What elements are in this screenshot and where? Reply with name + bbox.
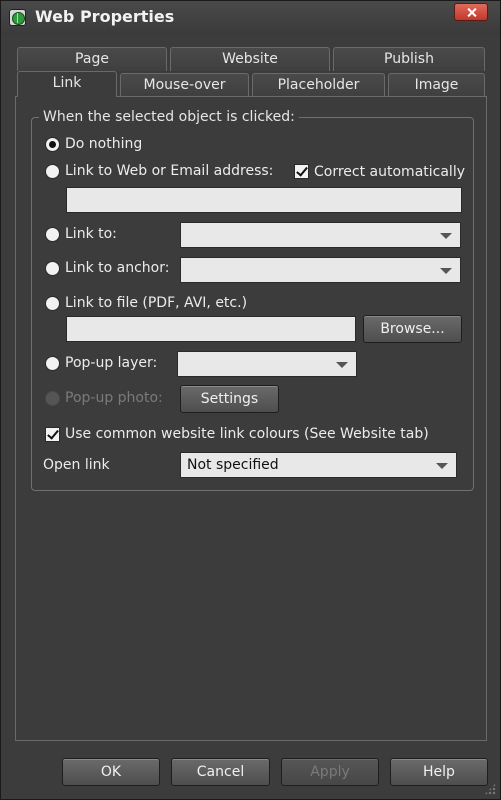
link-file-radio[interactable] — [45, 296, 60, 311]
popup-photo-radio[interactable] — [45, 391, 60, 406]
cancel-button[interactable]: Cancel — [171, 758, 270, 786]
help-button[interactable]: Help — [390, 758, 488, 786]
file-path-input[interactable] — [66, 316, 356, 342]
link-anchor-radio[interactable] — [45, 261, 60, 276]
settings-button[interactable]: Settings — [180, 385, 279, 413]
open-link-label: Open link — [43, 457, 110, 473]
use-common-colours-label: Use common website link colours (See Web… — [65, 426, 429, 442]
do-nothing-label: Do nothing — [65, 136, 143, 152]
popup-layer-select[interactable] — [177, 351, 357, 377]
tab-page[interactable]: Page — [17, 47, 167, 71]
group-legend: When the selected object is clicked: — [39, 109, 299, 125]
app-globe-icon — [9, 9, 26, 26]
popup-layer-label: Pop-up layer: — [65, 355, 158, 371]
open-link-value: Not specified — [187, 457, 279, 473]
apply-button[interactable]: Apply — [281, 758, 379, 786]
tab-publish[interactable]: Publish — [333, 47, 485, 71]
chevron-down-icon — [440, 233, 452, 239]
tab-website[interactable]: Website — [170, 47, 330, 71]
link-web-label: Link to Web or Email address: — [65, 163, 274, 179]
link-to-select[interactable] — [180, 222, 461, 248]
correct-automatically-checkbox[interactable] — [294, 164, 309, 179]
open-link-select[interactable]: Not specified — [180, 452, 457, 478]
web-address-input[interactable] — [66, 187, 462, 213]
tab-mouse-over[interactable]: Mouse-over — [120, 73, 249, 97]
link-web-radio[interactable] — [45, 164, 60, 179]
tab-placeholder[interactable]: Placeholder — [252, 73, 385, 97]
browse-button[interactable]: Browse... — [363, 315, 462, 343]
tab-image[interactable]: Image — [388, 73, 485, 97]
web-properties-dialog: Web Properties Page Website Publish Link… — [0, 0, 501, 800]
correct-automatically-label: Correct automatically — [314, 164, 465, 180]
close-icon[interactable] — [454, 3, 488, 21]
ok-button[interactable]: OK — [62, 758, 160, 786]
link-to-label: Link to: — [65, 226, 117, 242]
link-to-radio[interactable] — [45, 227, 60, 242]
chevron-down-icon — [440, 268, 452, 274]
link-file-label: Link to file (PDF, AVI, etc.) — [65, 295, 248, 311]
chevron-down-icon — [436, 463, 448, 469]
link-anchor-select[interactable] — [180, 257, 461, 283]
use-common-colours-checkbox[interactable] — [45, 427, 60, 442]
do-nothing-radio[interactable] — [45, 137, 60, 152]
popup-photo-label: Pop-up photo: — [65, 390, 163, 406]
chevron-down-icon — [336, 362, 348, 368]
popup-layer-radio[interactable] — [45, 356, 60, 371]
title-bar[interactable]: Web Properties — [1, 1, 500, 35]
link-anchor-label: Link to anchor: — [65, 260, 170, 276]
window-title: Web Properties — [35, 7, 175, 26]
tab-link[interactable]: Link — [17, 71, 117, 97]
